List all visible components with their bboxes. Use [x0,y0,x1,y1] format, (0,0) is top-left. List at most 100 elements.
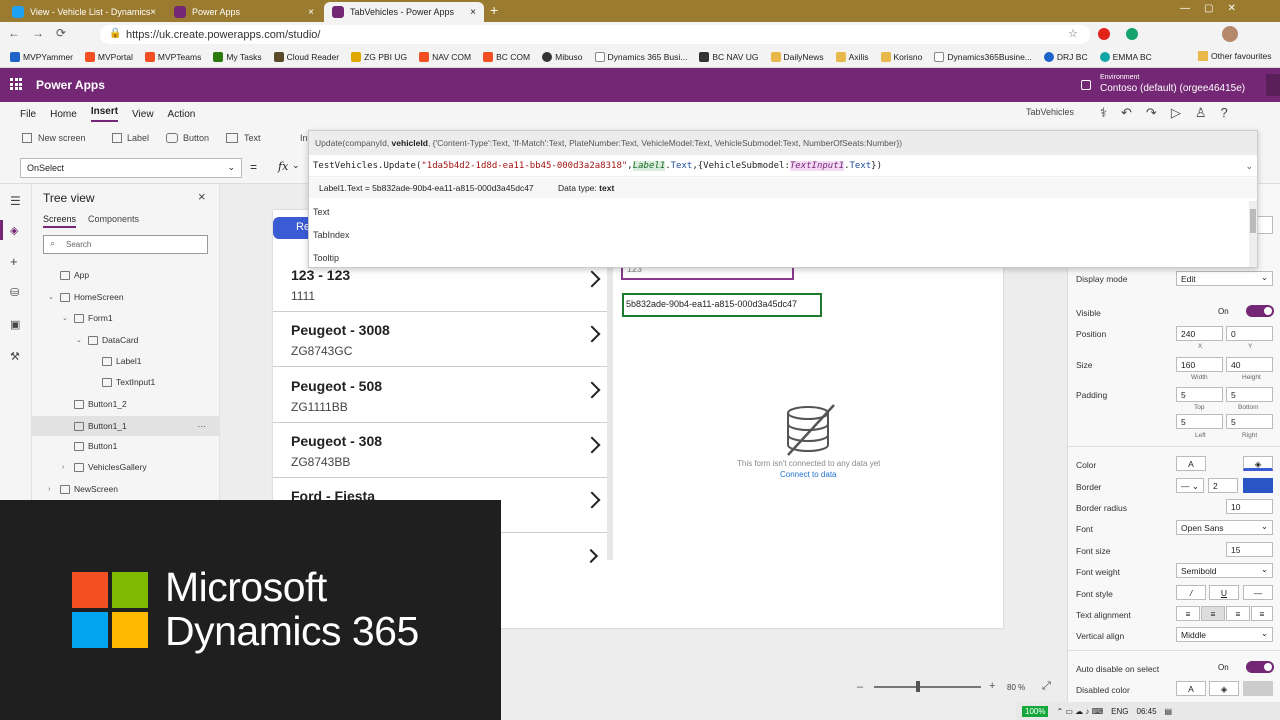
border-color-swatch[interactable] [1243,478,1273,493]
button-button[interactable]: Button [183,133,209,143]
position-y-input[interactable]: 0 [1226,326,1273,341]
disabled-fill-color-picker[interactable]: ◈ [1209,681,1239,696]
browser-tab-power-apps[interactable]: Power Apps × [166,2,322,22]
bookmark[interactable]: Mibuso [542,51,583,62]
tree-item[interactable]: › VehiclesGallery [62,462,147,472]
font-weight-dropdown[interactable]: Semibold ⌄ [1176,563,1273,578]
browser-tab-tabvehicles[interactable]: TabVehicles - Power Apps × [324,2,484,22]
zoom-in-button[interactable]: + [989,680,995,692]
studio-actions[interactable]: ⚕↶↷▷♙? [1100,105,1242,121]
chevron-icon[interactable]: › [62,464,70,471]
border-radius-input[interactable]: 10 [1226,499,1273,514]
tray-icons[interactable]: ⌃ ▭ ☁ ♪ ⌨ [1056,707,1103,716]
tree-item[interactable]: Button1 [62,441,117,451]
database-icon[interactable]: ⛁ [10,286,19,299]
tab-components[interactable]: Components [88,214,139,224]
border-style-dropdown[interactable]: — ⌄ [1176,478,1204,493]
visible-toggle[interactable] [1246,305,1274,317]
bookmark[interactable]: DailyNews [770,51,824,62]
zoom-slider-handle[interactable] [916,681,920,692]
nav-buttons[interactable]: ←→⟳ [8,26,78,40]
address-bar[interactable]: 🔒 https://uk.create.powerapps.com/studio… [100,25,1090,44]
bookmark[interactable]: DRJ BC [1043,51,1088,62]
property-dropdown[interactable]: OnSelect ⌄ [20,158,242,178]
formula-editor-popup[interactable]: Update(companyId, vehicleId, {'Content-T… [308,130,1258,268]
other-favourites[interactable]: Other favourites [1198,51,1272,61]
chevron-right-icon[interactable] [583,270,601,288]
text-button[interactable]: Text [244,133,261,143]
media-icon[interactable]: ▣ [10,318,20,331]
menu-insert[interactable]: Insert [90,106,119,122]
tree-item[interactable]: › NewScreen [48,484,118,494]
fill-color-picker[interactable]: ◈ [1243,456,1273,471]
suggestion-tooltip[interactable]: Tooltip [313,253,339,263]
chevron-icon[interactable]: ⌄ [62,314,70,322]
chevron-right-icon[interactable] [583,491,601,509]
underline-button[interactable]: U [1209,585,1239,600]
strikethrough-button[interactable]: — [1243,585,1273,600]
menu-view[interactable]: View [132,109,154,120]
bookmark[interactable]: ZG PBI UG [351,51,407,62]
close-icon[interactable]: × [308,7,314,18]
align-justify-button[interactable]: ≡ [1251,606,1273,621]
bookmark[interactable]: MVPTeams [144,51,201,62]
chevron-down-icon[interactable]: ⌄ [292,160,300,171]
chevron-right-icon[interactable] [583,436,601,454]
close-icon[interactable]: × [470,7,476,18]
bookmark[interactable]: Dynamics365Busine... [934,51,1032,62]
padding-bottom-input[interactable]: 5 [1226,387,1273,402]
hamburger-icon[interactable]: ☰ [10,194,21,208]
bookmark[interactable]: Axilis [835,51,869,62]
border-thickness-input[interactable]: 2 [1208,478,1238,493]
vertical-align-dropdown[interactable]: Middle ⌄ [1176,627,1273,642]
language-indicator[interactable]: ENG [1111,707,1128,716]
auto-disable-toggle[interactable] [1246,661,1274,673]
font-size-input[interactable]: 15 [1226,542,1273,557]
bookmark[interactable]: Dynamics 365 Busi... [594,51,687,62]
profile-avatar[interactable] [1222,26,1238,42]
new-screen-button[interactable]: New screen [38,133,86,143]
align-center-button[interactable]: ≡ [1201,606,1225,621]
bookmark[interactable]: EMMA BC [1099,51,1152,62]
environment-selector[interactable]: Environment Contoso (default) (orgee4641… [1100,73,1245,95]
grammarly-icon[interactable] [1126,28,1138,40]
tree-search-input[interactable]: ⌕ Search [43,235,208,254]
formula-input[interactable]: TestVehicles.Update("1da5b4d2-1d8d-ea11-… [309,157,1257,177]
height-input[interactable]: 40 [1226,357,1273,372]
tree-item[interactable]: ⌄ Form1 [62,313,113,323]
align-right-button[interactable]: ≡ [1226,606,1250,621]
display-mode-dropdown[interactable]: Edit ⌄ [1176,271,1273,286]
menu-action[interactable]: Action [168,109,196,120]
notification-icon[interactable]: ▤ [1165,707,1173,716]
clock[interactable]: 06:45 [1137,707,1157,716]
label-button[interactable]: Label [127,133,149,143]
suggestion-text[interactable]: Text [313,207,330,217]
tree-item[interactable]: ⌄ DataCard [76,335,138,345]
disabled-color-swatch[interactable] [1243,681,1273,696]
italic-button[interactable]: / [1176,585,1206,600]
align-left-button[interactable]: ≡ [1176,606,1200,621]
close-icon[interactable]: × [150,7,156,18]
chevron-right-icon[interactable] [583,325,601,343]
window-controls[interactable]: —▢✕ [1180,3,1250,14]
bookmark[interactable]: Cloud Reader [273,51,339,62]
disabled-text-color-picker[interactable]: A [1176,681,1206,696]
chevron-right-icon[interactable] [583,381,601,399]
battery-indicator[interactable]: 100% [1022,705,1049,717]
chevron-icon[interactable]: ⌄ [76,336,84,344]
browser-tab-vehicle-list[interactable]: View - Vehicle List - Dynamics 3… × [4,2,164,22]
tree-item[interactable]: TextInput1 [90,377,155,387]
bookmark[interactable]: MVPortal [84,51,133,62]
suggestion-scrollbar[interactable] [1249,201,1257,267]
close-icon[interactable]: × [198,189,206,204]
app-launcher-icon[interactable] [10,78,22,90]
input-button[interactable]: In [300,133,308,143]
chevron-icon[interactable]: › [48,486,56,493]
bookmark[interactable]: BC NAV UG [699,51,759,62]
layers-icon[interactable]: ◈ [10,224,18,237]
width-input[interactable]: 160 [1176,357,1223,372]
scroll-handle[interactable] [1266,74,1280,96]
refresh-button[interactable]: Re [273,217,313,239]
zoom-out-button[interactable]: – [857,681,863,693]
bookmark[interactable]: My Tasks [213,51,262,62]
